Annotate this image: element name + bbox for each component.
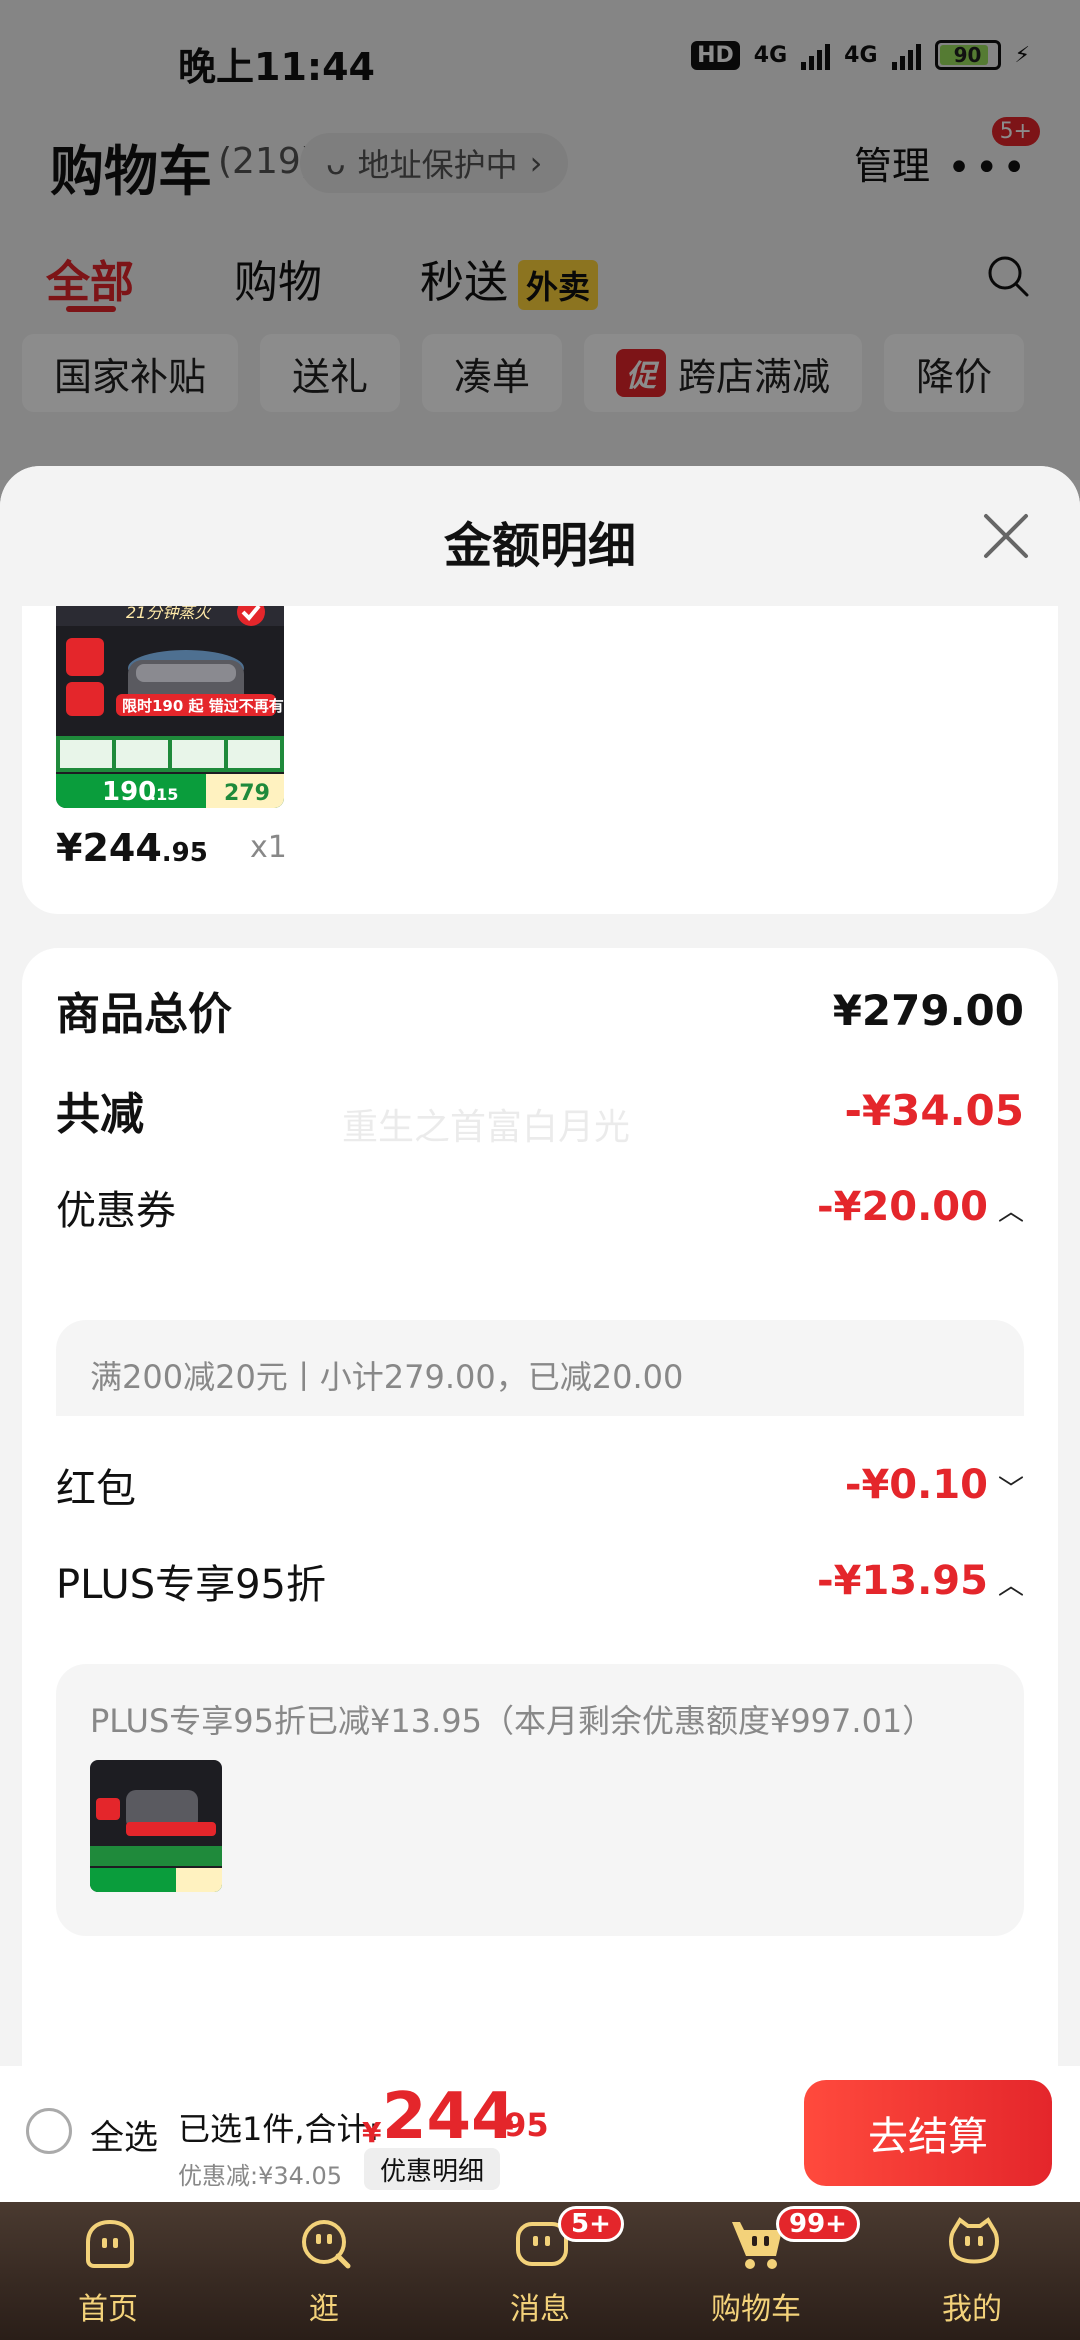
total-amount-dec: .95 bbox=[492, 2106, 549, 2144]
redpacket-label: 红包 bbox=[56, 1466, 136, 1512]
checkout-bar: 全选 已选1件,合计: ¥ 244 .95 优惠减:¥34.05 优惠明细 去结… bbox=[0, 2066, 1080, 2202]
product-price-dec: .95 bbox=[161, 838, 208, 868]
nav-item-messages[interactable]: 5+ 消息 bbox=[432, 2202, 648, 2340]
thumb-price-2: 279 bbox=[224, 781, 270, 806]
amount-detail-sheet: 21分钟蒸火 限时190 起 错过不再有! 190 .15 279 ¥244.9… bbox=[0, 466, 1080, 2066]
bottom-nav: 首页 逛 5+ 消息 99+ 购物车 我的 bbox=[0, 2202, 1080, 2340]
select-all-label[interactable]: 全选 bbox=[90, 2110, 158, 2159]
coupon-label: 优惠券 bbox=[56, 1188, 176, 1234]
nav-badge-messages: 5+ bbox=[558, 2206, 624, 2242]
cart-page-background: 晚上11:44 HD 4G 4G 90 ⚡ 购物车 (219) ᴗ 地址保护中 … bbox=[0, 0, 1080, 480]
total-reduce-label: 共减 bbox=[56, 1089, 144, 1140]
checkout-button[interactable]: 去结算 bbox=[804, 2080, 1052, 2186]
nav-item-home[interactable]: 首页 bbox=[0, 2202, 216, 2340]
coupon-value: -¥20.00 bbox=[817, 1184, 988, 1230]
close-icon[interactable] bbox=[980, 510, 1032, 562]
chevron-up-icon: ︿ bbox=[997, 1570, 1024, 1601]
sheet-title: 金额明细 bbox=[443, 518, 636, 574]
total-reduce-row: 共减 -¥34.05 bbox=[56, 1078, 1024, 1142]
plus-discount-value: -¥13.95 bbox=[817, 1558, 988, 1604]
nav-label: 消息 bbox=[510, 2292, 570, 2327]
chevron-down-icon: ﹀ bbox=[997, 1474, 1024, 1505]
plus-discount-label: PLUS专享95折 bbox=[56, 1562, 326, 1608]
modal-overlay[interactable] bbox=[0, 0, 1080, 480]
coupon-detail-text: 满200减20元丨小计279.00，已减20.00 bbox=[90, 1358, 684, 1396]
nav-item-profile[interactable]: 我的 bbox=[864, 2202, 1080, 2340]
home-icon bbox=[86, 2219, 134, 2268]
goods-total-row: 商品总价 ¥279.00 bbox=[56, 978, 1024, 1042]
total-currency: ¥ bbox=[362, 2116, 382, 2149]
discount-info: 优惠减:¥34.05 bbox=[178, 2162, 343, 2190]
plus-discount-row[interactable]: PLUS专享95折 -¥13.95 ︿ bbox=[56, 1552, 1024, 1610]
goods-total-value: ¥279.00 bbox=[832, 985, 1024, 1035]
coupon-row[interactable]: 优惠券 -¥20.00 ︿ bbox=[56, 1178, 1024, 1236]
selected-info: 已选1件,合计: bbox=[178, 2110, 380, 2148]
product-price-int: ¥244 bbox=[56, 826, 162, 870]
nav-label: 购物车 bbox=[711, 2292, 801, 2327]
discount-detail-button[interactable]: 优惠明细 bbox=[364, 2148, 501, 2190]
thumb-price-1-dec: .15 bbox=[150, 785, 178, 804]
plus-discount-value-wrap: -¥13.95 ︿ bbox=[817, 1558, 1024, 1604]
thumb-price-1: 190 bbox=[102, 777, 156, 807]
redpacket-value: -¥0.10 bbox=[844, 1462, 988, 1508]
nav-label: 逛 bbox=[309, 2292, 339, 2327]
product-price: ¥244.95 bbox=[56, 826, 208, 870]
browse-icon bbox=[302, 2220, 351, 2269]
rice-cooker-image bbox=[90, 1760, 222, 1892]
chevron-up-icon: ︿ bbox=[997, 1196, 1024, 1227]
nav-item-browse[interactable]: 逛 bbox=[216, 2202, 432, 2340]
nav-label: 首页 bbox=[78, 2292, 138, 2327]
redpacket-value-wrap: -¥0.10 ﹀ bbox=[845, 1462, 1024, 1508]
sheet-header: 金额明细 bbox=[0, 466, 1080, 606]
battery-level: 90 bbox=[953, 43, 982, 67]
product-quantity: x1 bbox=[250, 830, 287, 865]
breakdown-card-lower: 红包 -¥0.10 ﹀ PLUS专享95折 -¥13.95 ︿ PLUS专享95折已… bbox=[22, 1416, 1058, 2066]
product-thumbnail[interactable]: 21分钟蒸火 限时190 起 错过不再有! 190 .15 279 bbox=[56, 598, 284, 808]
plus-detail-text: PLUS专享95折已减¥13.95（本月剩余优惠额度¥997.01） bbox=[90, 1702, 935, 1740]
nav-badge-cart: 99+ bbox=[776, 2206, 860, 2242]
plus-detail-panel: PLUS专享95折已减¥13.95（本月剩余优惠额度¥997.01） bbox=[56, 1664, 1024, 1936]
rice-cooker-image: 21分钟蒸火 限时190 起 错过不再有! 190 .15 279 bbox=[56, 598, 284, 808]
goods-total-label: 商品总价 bbox=[56, 989, 232, 1040]
select-all-radio[interactable] bbox=[26, 2108, 72, 2154]
plus-product-thumbnail bbox=[90, 1760, 222, 1892]
redpacket-row[interactable]: 红包 -¥0.10 ﹀ bbox=[56, 1456, 1024, 1514]
coupon-value-wrap: -¥20.00 ︿ bbox=[817, 1184, 1024, 1230]
thumb-banner-text: 限时190 起 错过不再有! bbox=[122, 697, 284, 715]
profile-icon bbox=[949, 2217, 999, 2264]
nav-label: 我的 bbox=[942, 2292, 1002, 2327]
nav-item-cart[interactable]: 99+ 购物车 bbox=[648, 2202, 864, 2340]
total-reduce-value: -¥34.05 bbox=[844, 1085, 1024, 1135]
